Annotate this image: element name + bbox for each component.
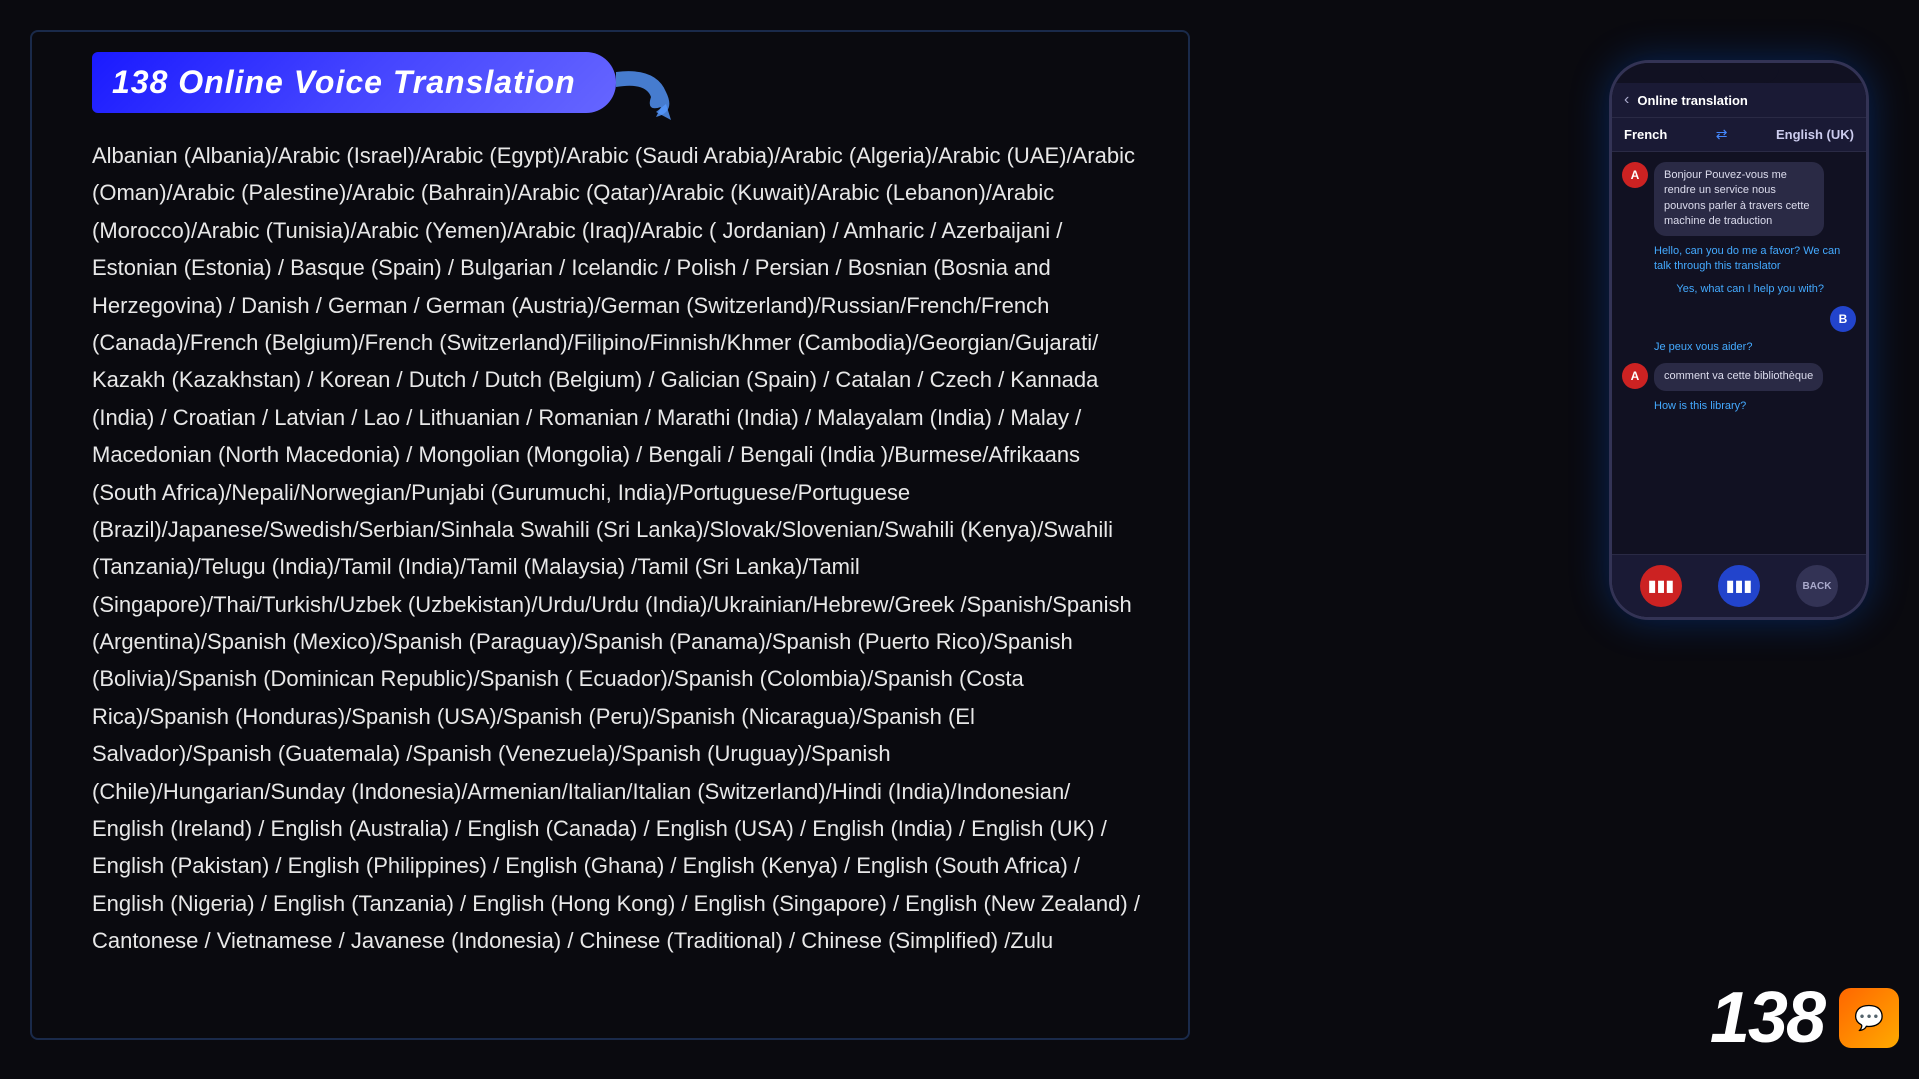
logo-icon: 💬 (1854, 1004, 1884, 1033)
brand-number: 138 (1710, 977, 1824, 1059)
app-header-title: Online translation (1637, 93, 1748, 108)
target-language-button[interactable]: English (UK) (1776, 127, 1854, 142)
title-banner: 138 Online Voice Translation (92, 52, 616, 113)
message-row: A Bonjour Pouvez-vous me rendre un servi… (1622, 162, 1856, 236)
mic-b-icon: ▮▮▮ (1726, 576, 1752, 596)
title-background: 138 Online Voice Translation (92, 52, 616, 113)
app-header: ‹ Online translation (1612, 83, 1866, 118)
avatar-a: A (1622, 162, 1648, 188)
avatar-a-2: A (1622, 363, 1648, 389)
back-button[interactable]: BACK (1796, 565, 1838, 607)
translation-text-3: How is this library? (1654, 399, 1856, 414)
message-bubble: Bonjour Pouvez-vous me rendre un service… (1654, 162, 1824, 236)
mic-button-a[interactable]: ▮▮▮ (1640, 565, 1682, 607)
logo-badge: 💬 (1839, 988, 1899, 1048)
back-arrow-icon[interactable]: ‹ (1624, 91, 1629, 109)
app-title: 138 Online Voice Translation (112, 64, 576, 100)
bottom-controls: ▮▮▮ ▮▮▮ BACK (1612, 554, 1866, 617)
main-container: 138 Online Voice Translation Albanian (A… (30, 30, 1190, 1040)
phone-mockup: ‹ Online translation French ⇄ English (U… (1609, 60, 1889, 640)
message-row-2: A comment va cette bibliothèque (1622, 363, 1856, 390)
chat-area: A Bonjour Pouvez-vous me rendre un servi… (1612, 152, 1866, 554)
message-row-right: B (1622, 306, 1856, 332)
phone-notch (1699, 63, 1779, 83)
translation-text-right: Yes, what can I help you with? (1622, 282, 1824, 297)
translation-text: Hello, can you do me a favor? We can tal… (1654, 244, 1856, 275)
bottom-branding: 138 💬 (1710, 977, 1899, 1059)
mic-button-b[interactable]: ▮▮▮ (1718, 565, 1760, 607)
arrow-icon (606, 62, 686, 122)
swap-languages-icon[interactable]: ⇄ (1716, 126, 1728, 143)
avatar-b: B (1830, 306, 1856, 332)
translation-text-2: Je peux vous aider? (1654, 340, 1856, 355)
message-text: Bonjour Pouvez-vous me rendre un service… (1664, 169, 1810, 227)
language-selector: French ⇄ English (UK) (1612, 118, 1866, 152)
message-bubble-2: comment va cette bibliothèque (1654, 363, 1823, 390)
phone-body: ‹ Online translation French ⇄ English (U… (1609, 60, 1869, 620)
source-language-button[interactable]: French (1624, 127, 1667, 142)
languages-list: Albanian (Albania)/Arabic (Israel)/Arabi… (92, 137, 1148, 960)
phone-screen: ‹ Online translation French ⇄ English (U… (1612, 63, 1866, 617)
mic-a-icon: ▮▮▮ (1648, 576, 1674, 596)
message-text-2: comment va cette bibliothèque (1664, 370, 1813, 382)
